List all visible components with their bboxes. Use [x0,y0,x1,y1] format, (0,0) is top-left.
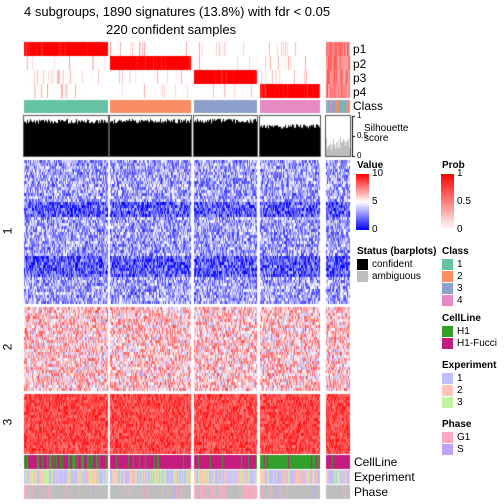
legend-phase-item: G1 [442,432,470,443]
legend-phase-title: Phase [442,419,472,430]
legend-cellline-item: H1-Fucci [442,338,497,349]
legend-phase-item: S [442,444,464,455]
chart-title: 4 subgroups, 1890 signatures (13.8%) wit… [24,4,331,19]
heatmap-figure: 4 subgroups, 1890 signatures (13.8%) wit… [0,0,504,504]
legend-experiment-title: Experiment [442,360,497,371]
legend-status-item: confident [357,259,413,270]
annot-label-experiment: Experiment [354,470,415,484]
legend-label: 3 [457,397,463,408]
annot-label-p3: p3 [353,71,367,85]
legend-prob-tick: 1 [457,168,463,179]
legend-label: H1 [457,326,470,337]
legend-experiment-item: 2 [442,385,463,396]
legend-swatch [442,397,453,408]
row-group-3: 3 [0,418,15,426]
legend-label: 2 [457,271,463,282]
legend-swatch [442,283,453,294]
legend-prob-tick: 0.5 [457,196,471,207]
sil-tick-1: 1 [357,111,362,120]
annot-label-p4: p4 [353,85,367,99]
legend-status-title: Status (barplots) [357,246,437,257]
legend-cellline-item: H1 [442,326,470,337]
legend-swatch [357,271,368,282]
legend-label: 2 [457,385,463,396]
legend-class-title: Class [442,246,469,257]
annot-label-p1: p1 [353,42,367,56]
legend-swatch [442,444,453,455]
legend-value-tick: 5 [372,196,378,207]
legend-experiment-item: 3 [442,397,463,408]
annot-label-phase: Phase [354,485,389,499]
legend-class-item: 1 [442,259,463,270]
row-group-2: 2 [0,343,15,351]
legend-prob-gradient [441,174,454,230]
legend-label: S [457,444,464,455]
legend-prob-tick: 0 [457,224,463,235]
legend-label: 1 [457,259,463,270]
legend-label: 1 [457,373,463,384]
legend-swatch [442,295,453,306]
legend-swatch [442,385,453,396]
legend-swatch [357,259,368,270]
row-group-1: 1 [0,227,15,235]
legend-status-item: ambiguous [357,271,421,282]
legend-swatch [442,373,453,384]
legend-swatch [442,271,453,282]
annot-label-p2: p2 [353,57,367,71]
legend-class-item: 3 [442,283,463,294]
annot-label-cellline: CellLine [354,455,398,469]
legend-label: G1 [457,432,471,443]
legend-label: confident [372,259,413,270]
silhouette-label: Silhouette score [364,123,409,144]
legend-cellline-title: CellLine [442,313,481,324]
legend-swatch [442,432,453,443]
legend-swatch [442,338,453,349]
chart-subtitle: 220 confident samples [106,22,237,37]
sil-tick-0: 0 [357,151,362,160]
legend-label: ambiguous [372,271,421,282]
legend-swatch [442,326,453,337]
legend-experiment-item: 1 [442,373,463,384]
legend-swatch [442,259,453,270]
legend-class-item: 2 [442,271,463,282]
legend-value-tick: 10 [372,168,384,179]
legend-label: H1-Fucci [457,338,498,349]
legend-value-gradient [356,174,369,230]
legend-value-tick: 0 [372,224,378,235]
legend-class-item: 4 [442,295,463,306]
legend-label: 3 [457,283,463,294]
legend-label: 4 [457,295,463,306]
